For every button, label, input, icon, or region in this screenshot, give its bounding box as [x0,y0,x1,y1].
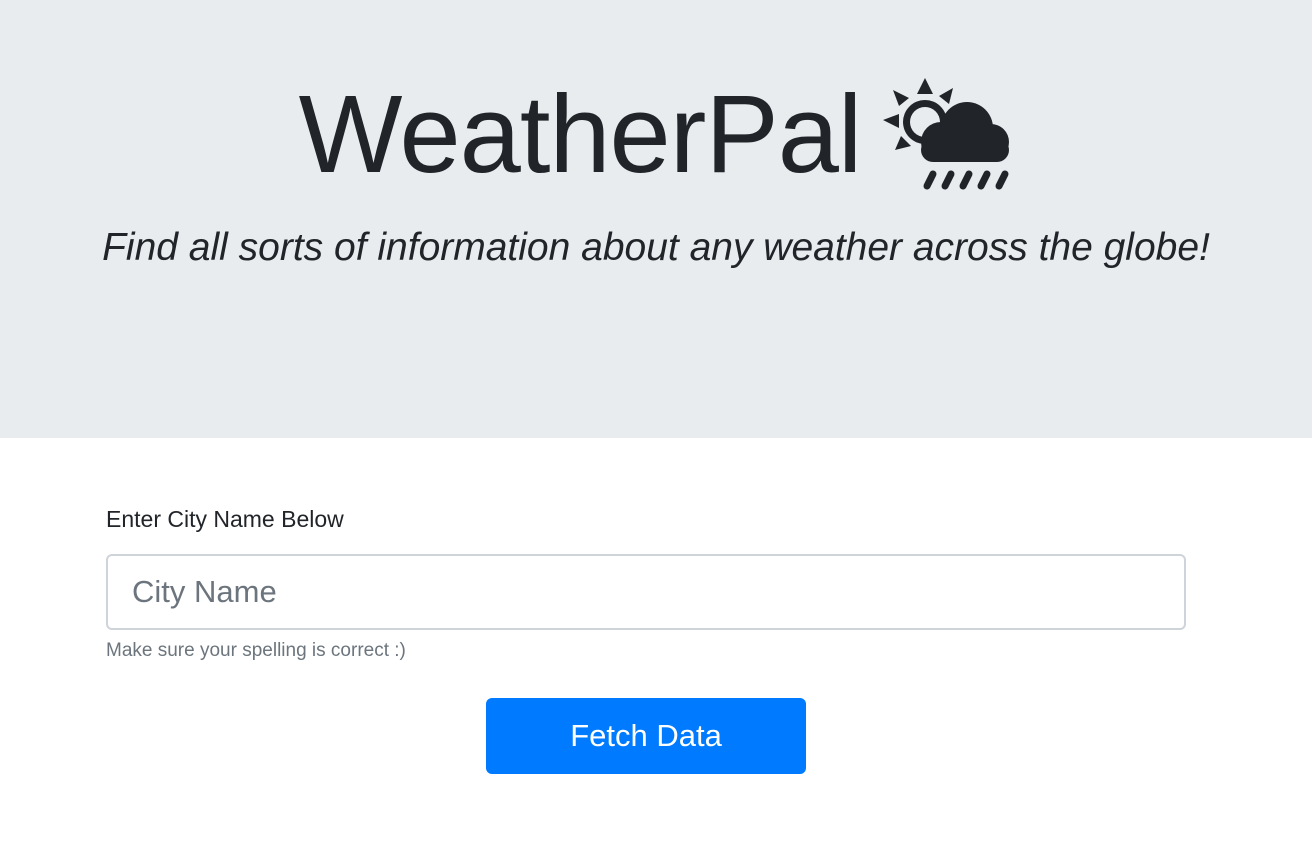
fetch-data-button[interactable]: Fetch Data [486,698,806,774]
spelling-help-text: Make sure your spelling is correct :) [106,640,406,661]
brand: WeatherPal [0,70,1312,200]
tagline: Find all sorts of information about any … [102,226,1210,269]
city-search-form: Enter City Name Below Make sure your spe… [0,438,1312,868]
app-title: WeatherPal [298,73,863,196]
header-jumbotron: WeatherPal Find all sorts of information… [0,0,1312,438]
city-name-input[interactable] [106,554,1186,630]
sun-behind-rain-cloud-icon [883,78,1010,190]
city-input-label: Enter City Name Below [106,506,344,532]
